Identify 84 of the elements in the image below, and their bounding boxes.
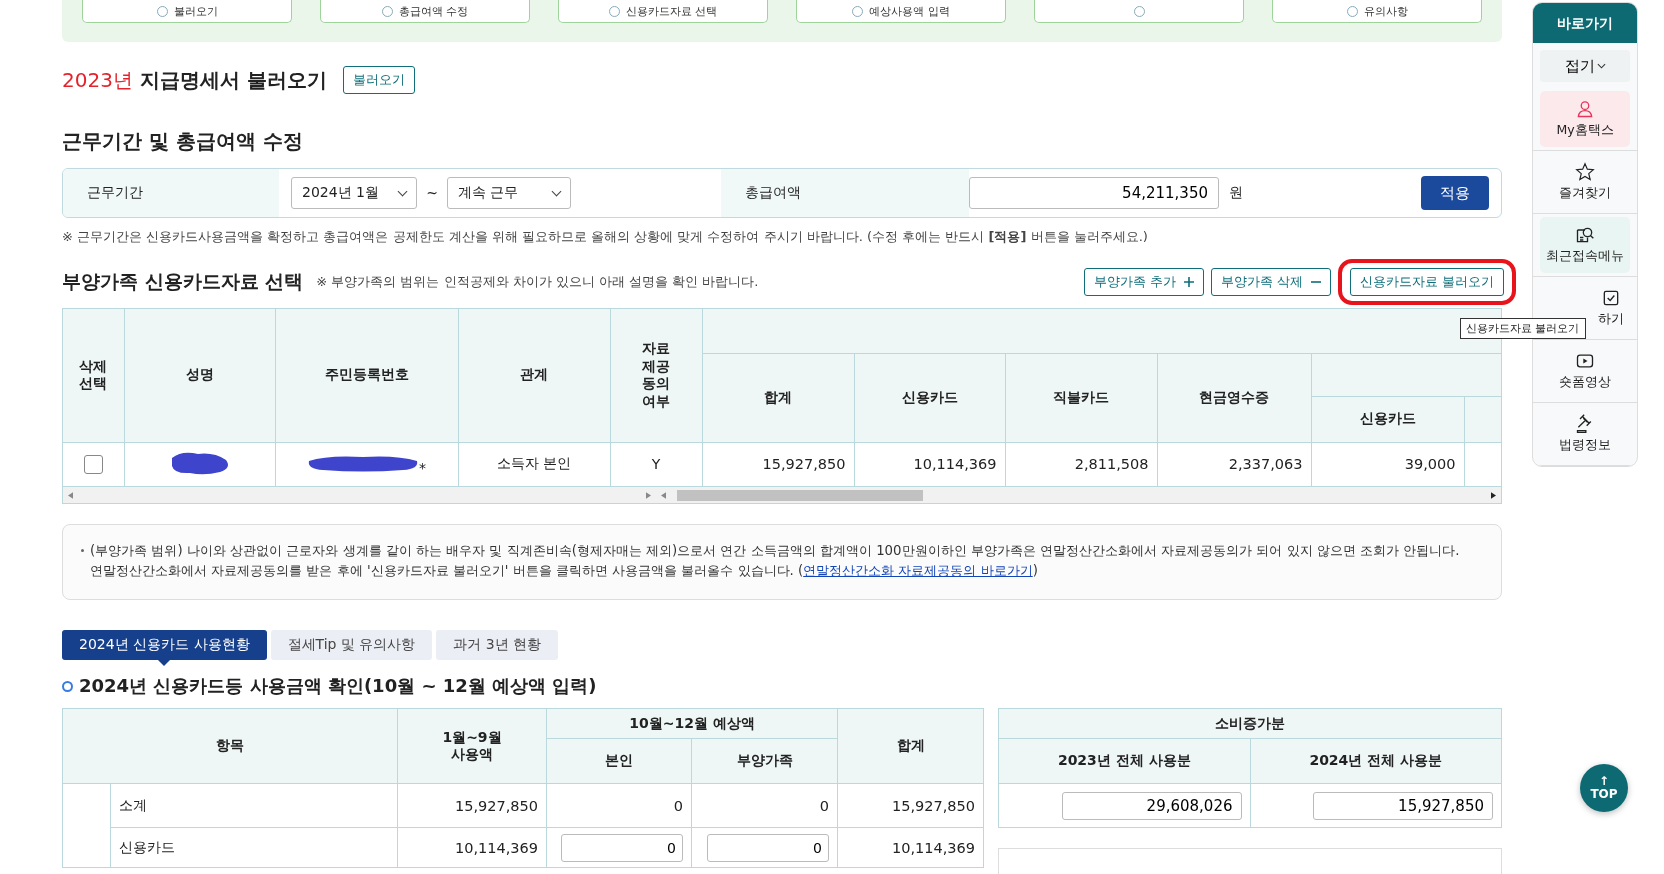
column-header: 신용카드: [854, 353, 1005, 442]
table-cell: 15,927,850: [837, 783, 984, 828]
star-icon: [1575, 162, 1595, 182]
tab[interactable]: 절세Tip 및 유의사항: [270, 630, 433, 660]
step-button[interactable]: 유의사항: [1272, 0, 1482, 23]
document-search-icon: [1575, 225, 1595, 245]
load-card-data-button[interactable]: 신용카드자료 불러오기: [1349, 268, 1504, 296]
checkbox-icon: [1601, 288, 1621, 308]
apply-button[interactable]: 적용: [1421, 176, 1489, 210]
amount-field[interactable]: 29,608,026: [1061, 791, 1242, 820]
column-header: 신용카드: [1311, 396, 1464, 442]
table-cell: 0: [691, 783, 838, 828]
delete-dependent-button[interactable]: 부양가족 삭제: [1210, 268, 1331, 296]
table-cell: *: [419, 459, 426, 476]
load-button[interactable]: 불러오기: [342, 66, 415, 94]
column-header: 합계: [702, 353, 854, 442]
column-header: 2024년 전체 사용분: [1250, 738, 1502, 784]
column-header: 항목: [62, 708, 398, 784]
step-button[interactable]: [1034, 0, 1244, 23]
row-label: 신용카드: [110, 827, 398, 868]
range-separator: ~: [425, 185, 439, 201]
table-cell: 10,114,369: [397, 827, 547, 868]
notice-text: ※ 근무기간은 신용카드사용금액을 확정하고 총급여액은 공제한도 계산을 위해 필요하므로 올해의 상황에 맞게 수정하여 주시기 바랍니다. (수정 후에는 반드시 [적용] 버튼을 눌러주세요.): [62, 228, 1149, 246]
horizontal-scrollbar[interactable]: [63, 486, 1501, 503]
amount-field[interactable]: 15,927,850: [1313, 791, 1493, 820]
form-label: 근무기간: [63, 169, 279, 217]
scroll-left-icon[interactable]: [68, 491, 73, 499]
form-label: 총급여액: [721, 169, 969, 217]
tab-pointer: [158, 660, 171, 666]
column-header: 10월~12월 예상액: [546, 708, 838, 739]
column-header: 삭제 선택: [63, 309, 124, 442]
bullet-icon: [62, 680, 73, 692]
quick-menu-item[interactable]: 하기: [1592, 280, 1630, 336]
column-header: 소비증가분: [998, 708, 1502, 739]
scroll-left-icon[interactable]: [661, 491, 666, 499]
amount-field[interactable]: 0: [707, 833, 829, 862]
column-header: 2023년 전체 사용분: [998, 738, 1250, 784]
row-label: 소계: [110, 783, 398, 828]
column-header: 본인: [546, 738, 692, 784]
section-title: 2024년 신용카드등 사용금액 확인(10월 ~ 12월 예상액 입력): [79, 674, 597, 698]
person-icon: [1575, 99, 1595, 119]
column-header: 부양가족: [691, 738, 838, 784]
column-header: 자료 제공 동의 여부: [610, 309, 702, 442]
column-header: 직불카드: [1005, 353, 1157, 442]
scroll-top-button[interactable]: ↑ TOP: [1580, 764, 1628, 812]
column-header: 합계: [837, 708, 984, 784]
column-header: 현금영수증: [1157, 353, 1311, 442]
start-select[interactable]: 2024년 1월: [291, 177, 417, 209]
step-button[interactable]: 예상사용액 입력: [796, 0, 1006, 23]
chevron-down-icon: [1596, 63, 1606, 69]
table-cell: 15,927,850: [397, 783, 547, 828]
plus-icon: [1183, 277, 1194, 287]
tooltip: 신용카드자료 불러오기: [1460, 318, 1586, 339]
column-header: 성명: [124, 309, 275, 442]
scroll-right-icon[interactable]: [1491, 491, 1496, 499]
table-cell: 10,114,369: [837, 827, 984, 868]
end-select[interactable]: 계속 근무: [447, 177, 571, 209]
tab[interactable]: 2024년 신용카드 사용현황: [62, 630, 267, 660]
step-button[interactable]: 신용카드자료 선택: [558, 0, 768, 23]
table-cell: 0: [546, 783, 692, 828]
unit-label: 원: [1229, 184, 1244, 202]
tab[interactable]: 과거 3년 현황: [436, 630, 559, 660]
column-header: 주민등록번호: [275, 309, 458, 442]
quick-menu-item[interactable]: 즐겨찾기: [1540, 154, 1630, 210]
quick-menu-item[interactable]: 최근접속메뉴: [1540, 217, 1630, 273]
hint-text: ※ 부양가족의 범위는 인적공제와 차이가 있으니 아래 설명을 확인 바랍니다.: [316, 273, 759, 291]
add-dependent-button[interactable]: 부양가족 추가: [1083, 268, 1204, 296]
quick-menu-item[interactable]: My홈택스: [1540, 91, 1630, 147]
page-title: 2023년 지급명세서 불러오기: [62, 66, 327, 94]
column-header: 관계: [458, 309, 610, 442]
collapse-button[interactable]: 접기: [1540, 50, 1630, 82]
total-salary-field[interactable]: 54,211,350: [969, 177, 1219, 209]
row-checkbox[interactable]: [83, 454, 103, 474]
quick-menu-item[interactable]: 법령정보: [1540, 406, 1630, 462]
section-title: 부양가족 신용카드자료 선택: [62, 269, 304, 294]
consent-link[interactable]: 연말정산간소화 자료제공동의 바로가기: [803, 563, 1033, 578]
step-button[interactable]: 불러오기: [82, 0, 292, 23]
step-button[interactable]: 총급여액 수정: [320, 0, 530, 23]
quick-menu-title: 바로가기: [1533, 3, 1637, 43]
column-header: 1월~9월 사용액: [397, 708, 547, 784]
amount-field[interactable]: 0: [561, 833, 683, 862]
info-text: (부양가족 범위) 나이와 상관없이 근로자와 생계를 같이 하는 배우자 및 직계존비속(형제자매는 제외)으로서 연간 소득금액의 합계액이 100만원이하인 부양가족은 연말정산간소화에서 자료제공동의가 되어 있지 않으면 조회가 안됩니다. 연말정산간소화에서 자료제공동의를 받은 후에 '신용카드자료 불러오기' 버튼을 클릭하면 사용금액을 불러올수 있습니다. (연말정산간소화 자료제공동의 바로가기): [90, 542, 1461, 580]
section-title: 근무기간 및 총급여액 수정: [62, 128, 304, 155]
quick-menu-item[interactable]: 숏폼영상: [1540, 343, 1630, 399]
